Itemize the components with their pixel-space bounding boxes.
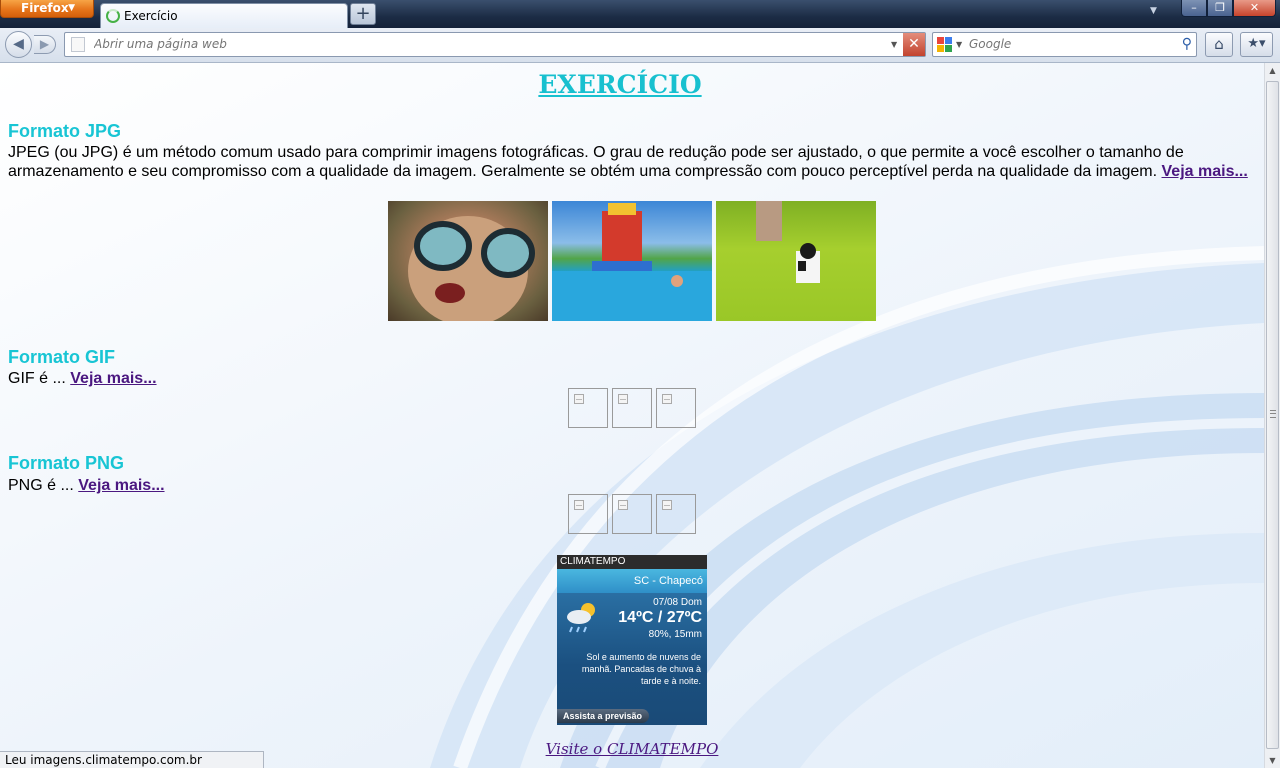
boy-goggles-image (408, 216, 535, 321)
firefox-menu-label: Firefox (21, 1, 69, 15)
list-all-tabs-icon[interactable]: ▼ (1150, 6, 1157, 16)
jpg-text: JPEG (ou JPG) é um método comum usado pa… (8, 144, 1184, 180)
gif-heading: Formato GIF (8, 347, 115, 367)
broken-image-icon (618, 500, 628, 510)
tab-exercicio[interactable]: Exercício (100, 3, 348, 28)
png-broken-image-1 (568, 494, 608, 534)
png-text: PNG é ... (8, 477, 74, 494)
status-bar: Leu imagens.climatempo.com.br (0, 751, 264, 768)
jpg-photo-waterpark (552, 201, 712, 321)
firefox-menu-button[interactable]: Firefox ▼ (0, 0, 94, 18)
url-input[interactable] (94, 33, 884, 56)
dog-grass-image (756, 201, 820, 283)
png-broken-image-3 (656, 494, 696, 534)
gif-broken-image-1 (568, 388, 608, 428)
scroll-down-icon[interactable]: ▼ (1265, 753, 1280, 768)
widget-description: Sol e aumento de nuvens de manhã. Pancad… (581, 652, 701, 686)
forward-arrow-icon[interactable]: ▶ (34, 35, 56, 54)
png-broken-image-2 (612, 494, 652, 534)
broken-image-icon (662, 500, 672, 510)
scroll-thumb[interactable] (1266, 81, 1279, 749)
chevron-down-icon: ▼ (68, 3, 75, 13)
widget-rain: 80%, 15mm (648, 629, 702, 640)
jpg-heading: Formato JPG (8, 121, 122, 141)
sun-cloud-rain-icon (567, 603, 595, 633)
bookmarks-icon[interactable]: ★▾ (1240, 32, 1273, 57)
widget-temperature: 14ºC / 27ºC (618, 609, 702, 626)
page-viewport: EXERCÍCIO Formato JPG JPEG (ou JPG) é um… (0, 63, 1264, 768)
page-icon (71, 37, 85, 52)
back-arrow-icon[interactable]: ◀ (5, 31, 32, 58)
widget-date: 07/08 Dom (653, 597, 702, 608)
tab-title: Exercício (124, 9, 178, 23)
climatempo-widget[interactable]: CLIMATEMPO SC - Chapecó 07/08 Dom 14ºC /… (557, 555, 707, 725)
png-more-link[interactable]: Veja mais... (78, 477, 164, 494)
gif-description: GIF é ... Veja mais... (8, 369, 1248, 388)
window-controls: – ❐ ✕ (1181, 0, 1276, 18)
maximize-button[interactable]: ❐ (1207, 0, 1233, 17)
png-description: PNG é ... Veja mais... (8, 476, 1248, 495)
jpg-more-link[interactable]: Veja mais... (1162, 163, 1248, 180)
jpg-photo-dog-grass (716, 201, 876, 321)
gif-more-link[interactable]: Veja mais... (70, 370, 156, 387)
scroll-up-icon[interactable]: ▲ (1265, 63, 1280, 78)
search-bar[interactable]: ▼ ⚲ (932, 32, 1197, 57)
waterpark-image (552, 203, 712, 321)
url-history-dropdown-icon[interactable]: ▼ (891, 33, 897, 56)
vertical-scrollbar[interactable]: ▲ ▼ (1264, 63, 1280, 768)
engine-dropdown-icon[interactable]: ▼ (956, 33, 962, 56)
gif-broken-image-2 (612, 388, 652, 428)
widget-brand: CLIMATEMPO (557, 555, 707, 569)
gif-broken-image-3 (656, 388, 696, 428)
url-bar[interactable]: ▼ ✕ (64, 32, 926, 57)
broken-image-icon (618, 394, 628, 404)
visit-climatempo-link[interactable]: Visite o CLIMATEMPO (546, 740, 719, 758)
close-window-button[interactable]: ✕ (1233, 0, 1276, 17)
search-icon[interactable]: ⚲ (1182, 36, 1192, 52)
page-title[interactable]: EXERCÍCIO (0, 70, 1240, 99)
back-forward-group: ◀ ▶ (5, 31, 57, 58)
broken-image-icon (662, 394, 672, 404)
grip-icon (1270, 410, 1276, 418)
search-input[interactable] (969, 33, 1169, 56)
watch-forecast-button[interactable]: Assista a previsão (557, 709, 649, 723)
jpg-photo-boy-goggles (388, 201, 548, 321)
jpg-description: JPEG (ou JPG) é um método comum usado pa… (8, 143, 1248, 181)
gif-text: GIF é ... (8, 370, 66, 387)
google-engine-icon[interactable] (937, 37, 952, 52)
png-heading: Formato PNG (8, 453, 125, 473)
widget-body: 07/08 Dom 14ºC / 27ºC 80%, 15mm Sol e au… (557, 593, 707, 725)
broken-image-icon (574, 394, 584, 404)
widget-location: SC - Chapecó (557, 569, 707, 593)
new-tab-button[interactable]: + (350, 3, 376, 25)
minimize-button[interactable]: – (1181, 0, 1207, 17)
home-icon[interactable]: ⌂ (1205, 32, 1233, 57)
window-titlebar: Firefox ▼ Exercício + ▼ – ❐ ✕ (0, 0, 1280, 28)
stop-icon[interactable]: ✕ (903, 33, 925, 56)
navigation-toolbar: ◀ ▶ ▼ ✕ ▼ ⚲ ⌂ ★▾ (0, 28, 1280, 63)
broken-image-icon (574, 500, 584, 510)
loading-spinner-icon (106, 9, 120, 23)
